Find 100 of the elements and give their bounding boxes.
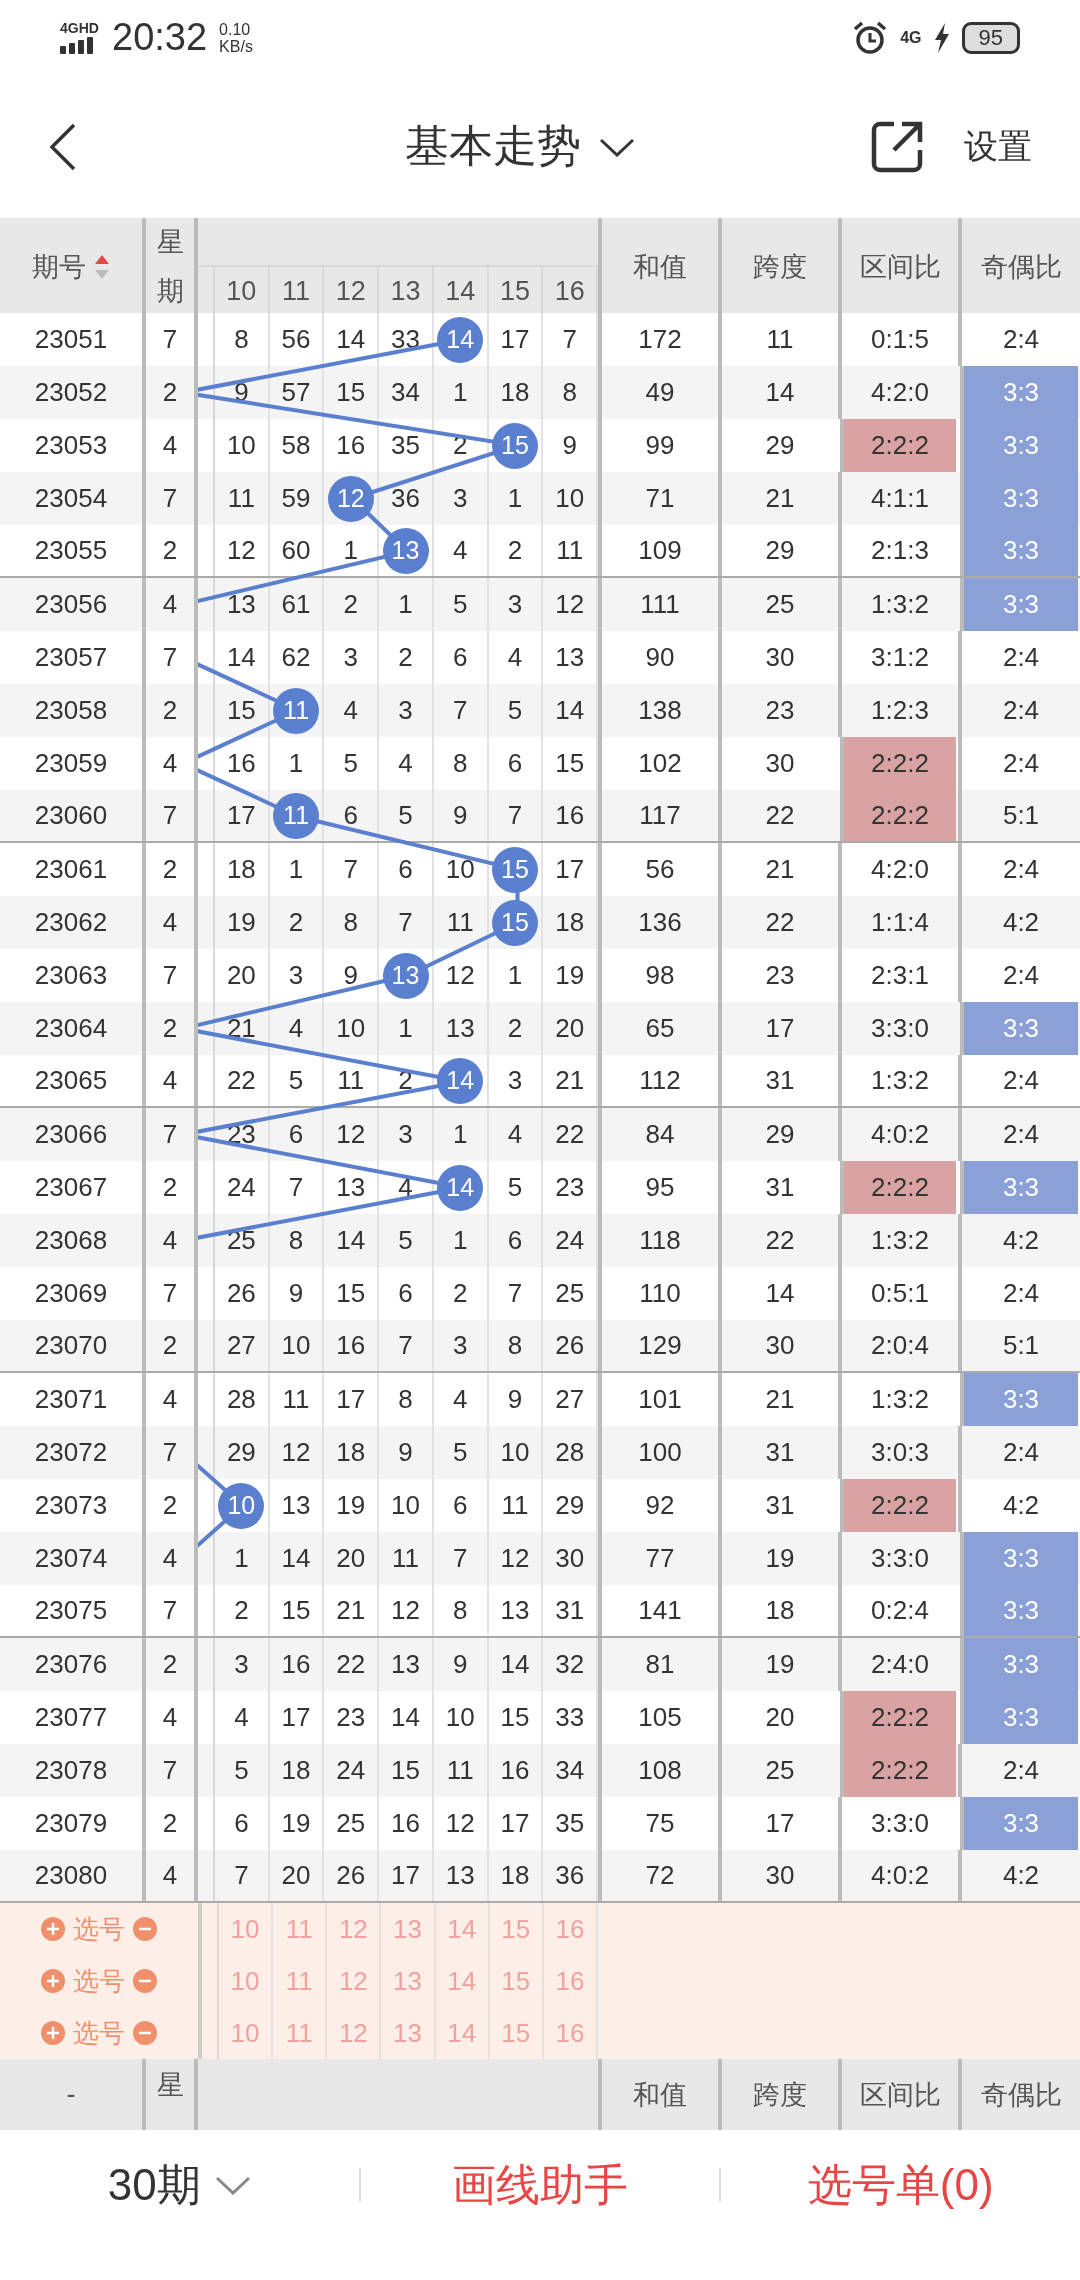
zone-ratio-cell: 2:2:2 (840, 1744, 956, 1797)
pick-number[interactable]: 12 (327, 1955, 382, 2007)
miss-count: 7 (379, 1320, 434, 1371)
miss-count: 36 (543, 1850, 599, 1901)
pick-label: 选号 (73, 1912, 125, 1946)
number-ball: 11 (273, 792, 320, 839)
miss-count: 3 (433, 1320, 489, 1371)
miss-count: 21 (324, 1585, 380, 1636)
pick-number[interactable]: 14 (435, 1903, 490, 1955)
issue-cell-text: 23063 (33, 959, 109, 992)
zone-ratio-cell: 2:2:2 (840, 790, 956, 841)
zone-ratio-cell: 2:2:2 (840, 737, 956, 790)
miss-count: 10 (269, 1320, 325, 1371)
number-ball: 13 (382, 952, 429, 999)
miss-count: 7 (215, 1850, 270, 1901)
pick-number[interactable]: 10 (219, 1955, 274, 2007)
plus-icon[interactable] (41, 2021, 65, 2045)
miss-count: 26 (324, 1850, 380, 1901)
issue-cell-text: 23057 (33, 641, 109, 674)
issue-cell-text: 23059 (33, 747, 109, 780)
issue-cell-text: 23067 (33, 1171, 109, 1204)
plus-icon[interactable] (41, 1917, 65, 1941)
pick-number[interactable]: 11 (273, 1903, 328, 1955)
chevron-down-icon (214, 2175, 251, 2195)
issue-cell-text: 23076 (33, 1648, 109, 1681)
column-title: 星 (156, 226, 184, 260)
issue-cell-text: 23060 (33, 799, 109, 832)
draw-helper-button[interactable]: 画线助手 (360, 2155, 720, 2215)
pick-number[interactable]: 12 (327, 1903, 382, 1955)
issue-cell-text: 23079 (33, 1807, 109, 1840)
miss-count: 17 (215, 790, 270, 841)
minus-icon[interactable] (133, 2021, 157, 2045)
issue-cell-text: 23062 (33, 906, 109, 939)
number-ball: 15 (491, 846, 538, 893)
issue-cell-text: 23069 (33, 1277, 109, 1310)
miss-count: 20 (269, 1850, 325, 1901)
miss-count: 12 (215, 525, 270, 576)
pick-list-button[interactable]: 选号单(0) (721, 2155, 1080, 2215)
pick-number[interactable]: 15 (489, 1903, 544, 1955)
miss-count: 60 (269, 525, 325, 576)
issue-cell-text: 23053 (33, 429, 109, 462)
column-title: 期 (156, 274, 184, 308)
network-type: 4GHD (60, 21, 99, 35)
miss-count: 5 (379, 790, 434, 841)
title-dropdown[interactable]: 基本走势 (405, 117, 635, 176)
number-ball: 14 (437, 316, 484, 363)
number-ball: 10 (218, 1482, 265, 1529)
miss-count: 1 (324, 525, 380, 576)
miss-count: 26 (543, 1320, 599, 1371)
pick-number[interactable]: 16 (543, 1955, 598, 2007)
chevron-down-icon (599, 136, 635, 157)
minus-icon[interactable] (133, 1917, 157, 1941)
column-title: - (65, 2078, 77, 2111)
issue-cell-text: 23080 (33, 1859, 109, 1892)
issue-cell-text: 23078 (33, 1754, 109, 1787)
miss-count: 8 (488, 1320, 544, 1371)
pick-number[interactable]: 14 (435, 1955, 490, 2007)
issue-cell-text: 23074 (33, 1542, 109, 1575)
odd-even-cell: 3:3 (960, 1691, 1078, 1744)
pick-number[interactable]: 10 (219, 1903, 274, 1955)
zone-ratio-cell: 2:2:2 (840, 1691, 956, 1744)
settings-button[interactable]: 设置 (964, 123, 1032, 170)
odd-even-cell: 3:3 (960, 1002, 1078, 1055)
miss-count: 13 (433, 1850, 489, 1901)
miss-count: 8 (433, 1585, 489, 1636)
number-ball: 13 (382, 527, 429, 574)
share-icon[interactable] (870, 119, 924, 174)
number-ball: 12 (327, 475, 374, 522)
odd-even-cell: 3:3 (960, 1373, 1078, 1426)
odd-even-cell: 3:3 (960, 1161, 1078, 1214)
issue-cell-text: 23056 (33, 588, 109, 621)
miss-count: 5 (269, 1055, 325, 1106)
column-header[interactable]: 期号 (0, 218, 142, 315)
minus-icon[interactable] (133, 1969, 157, 1993)
plus-icon[interactable] (41, 1969, 65, 1993)
issue-cell-text: 23073 (33, 1489, 109, 1522)
odd-even-cell: 3:3 (960, 419, 1078, 472)
mobile-data: 4G (900, 28, 922, 47)
miss-count: 27 (215, 1320, 270, 1371)
issue-cell-text: 23058 (33, 694, 109, 727)
number-ball: 11 (273, 687, 320, 734)
column-title: 期号 (32, 250, 86, 284)
speed-unit: KB/s (219, 37, 253, 55)
miss-count: 13 (488, 1585, 544, 1636)
miss-count: 31 (543, 1585, 599, 1636)
issue-cell-text: 23068 (33, 1224, 109, 1257)
pick-number[interactable]: 13 (381, 1903, 436, 1955)
zone-ratio-cell: 2:2:2 (840, 1479, 956, 1532)
pick-number[interactable]: 16 (543, 1903, 598, 1955)
issue-cell-text: 23071 (33, 1383, 109, 1416)
issue-cell-text: 23055 (33, 534, 109, 567)
pick-label: 选号 (73, 2016, 125, 2050)
pick-number[interactable]: 15 (489, 1955, 544, 2007)
miss-count: 15 (269, 1585, 325, 1636)
issue-cell-text: 23075 (33, 1594, 109, 1627)
pick-number[interactable]: 13 (381, 1955, 436, 2007)
period-dropdown[interactable]: 30期 (0, 2155, 359, 2215)
back-icon[interactable] (48, 122, 78, 171)
odd-even-cell: 3:3 (960, 1797, 1078, 1850)
pick-number[interactable]: 11 (273, 1955, 328, 2007)
